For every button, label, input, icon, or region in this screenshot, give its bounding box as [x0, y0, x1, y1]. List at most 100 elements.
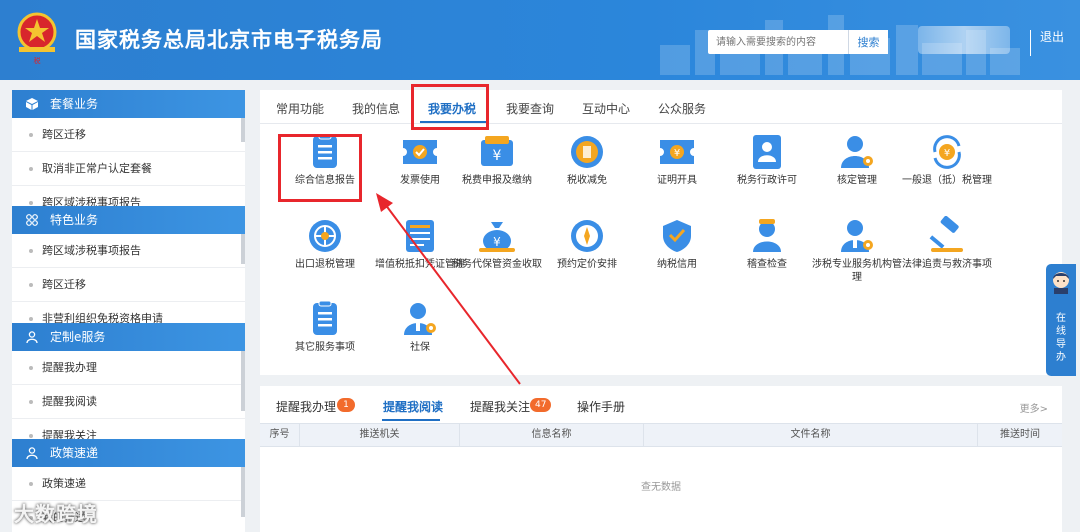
- user-gear-icon: [841, 136, 873, 168]
- online-guide-button[interactable]: 在线导办: [1046, 264, 1076, 376]
- sidebar-item[interactable]: 取消非正常户认定套餐: [12, 152, 245, 186]
- service-item[interactable]: 涉税专业服务机构管理: [812, 216, 902, 298]
- service-item[interactable]: ¥ 一般退（抵）税管理: [902, 132, 992, 214]
- online-guide-label: 在线导办: [1056, 313, 1066, 363]
- sidebar-item[interactable]: 跨区迁移: [12, 118, 245, 152]
- main-tabs: 常用功能 我的信息 我要办税 我要查询 互动中心 公众服务: [260, 90, 1062, 124]
- column-header: 序号: [260, 424, 300, 446]
- service-label: 预约定价安排: [557, 259, 617, 270]
- site-header: 税 国家税务总局北京市电子税务局 搜索 退出: [0, 0, 1080, 80]
- column-header: 文件名称: [644, 424, 978, 446]
- service-label: 纳税信用: [657, 259, 697, 270]
- empty-state: 查无数据: [641, 482, 681, 493]
- user-name-blurred: [918, 26, 1010, 54]
- sidebar-item[interactable]: 提醒我办理: [12, 351, 245, 385]
- service-label: 证明开具: [657, 175, 697, 186]
- service-item[interactable]: 稽查检查: [722, 216, 812, 298]
- remind-follow-badge: 47: [530, 398, 552, 412]
- sidebar-scrollbar[interactable]: [241, 234, 245, 264]
- service-item[interactable]: 其它服务事项: [280, 299, 370, 381]
- tab-remind-handle[interactable]: 提醒我办理: [276, 398, 336, 415]
- active-tab-indicator: [382, 419, 440, 421]
- sidebar-section-title: 套餐业务: [50, 97, 99, 111]
- site-title: 国家税务总局北京市电子税务局: [75, 28, 383, 52]
- voucher-icon: [406, 220, 434, 252]
- service-label: 出口退税管理: [295, 259, 355, 270]
- sidebar-section-custom[interactable]: 定制e服务: [12, 323, 245, 351]
- globe-icon: [309, 220, 341, 252]
- more-link[interactable]: 更多>: [1020, 400, 1048, 415]
- reminders-panel: 提醒我办理 1 提醒我阅读 提醒我关注 47 操作手册 更多> 序号 推送机关 …: [260, 386, 1062, 532]
- service-item[interactable]: ¥ 证明开具: [632, 132, 722, 214]
- service-item[interactable]: 税收减免: [542, 132, 632, 214]
- watermark-text: 大数跨境: [14, 502, 98, 526]
- shield-icon: [663, 220, 691, 252]
- tab-common-functions[interactable]: 常用功能: [276, 100, 324, 117]
- sidebar-section-title: 政策速递: [50, 446, 99, 460]
- service-label: 法律追责与救济事项: [902, 259, 992, 270]
- sidebar-section-policy[interactable]: 政策速递: [12, 439, 245, 467]
- tab-interaction-center[interactable]: 互动中心: [582, 100, 630, 117]
- user-icon: [26, 331, 38, 343]
- money-bag-icon: ¥: [479, 222, 515, 252]
- header-divider: [1030, 30, 1031, 56]
- tab-query[interactable]: 我要查询: [506, 100, 554, 117]
- tab-highlight-box: [411, 84, 489, 130]
- service-label: 税务代保管资金收取: [452, 259, 542, 270]
- wallet-yuan-icon: ¥: [481, 136, 513, 166]
- sidebar-section-title: 定制e服务: [50, 330, 106, 344]
- tab-remind-follow[interactable]: 提醒我关注: [470, 398, 530, 415]
- service-item[interactable]: 法律追责与救济事项: [902, 216, 992, 298]
- tab-my-info[interactable]: 我的信息: [352, 100, 400, 117]
- service-item[interactable]: 纳税信用: [632, 216, 722, 298]
- sidebar-item[interactable]: 政策速递: [12, 467, 245, 501]
- service-label: 税费申报及缴纳: [462, 175, 532, 186]
- service-item[interactable]: ¥ 税费申报及缴纳: [452, 132, 542, 214]
- table-header: 序号 推送机关 信息名称 文件名称 推送时间: [260, 423, 1062, 447]
- service-label: 其它服务事项: [295, 342, 355, 353]
- gavel-icon: [929, 216, 963, 252]
- sidebar-scrollbar[interactable]: [241, 467, 245, 517]
- grid-icon: [26, 214, 38, 226]
- sidebar-section-title: 特色业务: [50, 213, 99, 227]
- service-item[interactable]: ¥ 税务代保管资金收取: [452, 216, 542, 298]
- tab-remind-read[interactable]: 提醒我阅读: [383, 398, 443, 415]
- cube-icon: [26, 98, 38, 110]
- agent-gear-icon: [841, 220, 873, 252]
- svg-text:¥: ¥: [493, 148, 502, 164]
- refund-cycle-icon: ¥: [933, 135, 961, 169]
- sidebar-scrollbar[interactable]: [241, 118, 245, 142]
- column-header: 推送机关: [300, 424, 460, 446]
- svg-text:¥: ¥: [944, 148, 950, 159]
- service-item[interactable]: 预约定价安排: [542, 216, 632, 298]
- sidebar-scrollbar[interactable]: [241, 351, 245, 411]
- svg-text:¥: ¥: [674, 148, 680, 159]
- service-item[interactable]: 核定管理: [812, 132, 902, 214]
- sidebar-item[interactable]: 提醒我阅读: [12, 385, 245, 419]
- assistant-avatar-icon: [1053, 272, 1069, 294]
- search-button[interactable]: 搜索: [848, 30, 888, 54]
- service-label: 一般退（抵）税管理: [902, 175, 992, 186]
- column-header: 信息名称: [460, 424, 644, 446]
- service-item[interactable]: 税务行政许可: [722, 132, 812, 214]
- sidebar-item[interactable]: 跨区域涉税事项报告: [12, 234, 245, 268]
- sidebar-item[interactable]: 跨区迁移: [12, 268, 245, 302]
- service-label: 稽查检查: [747, 259, 787, 270]
- tab-public-services[interactable]: 公众服务: [658, 100, 706, 117]
- logout-link[interactable]: 退出: [1040, 28, 1064, 45]
- user-icon: [26, 447, 38, 459]
- search-input[interactable]: [708, 30, 848, 54]
- svg-text:税: 税: [34, 56, 41, 65]
- remind-handle-badge: 1: [337, 398, 355, 412]
- certificate-icon: ¥: [660, 140, 694, 164]
- service-item[interactable]: 社保: [375, 299, 465, 381]
- inspector-icon: [753, 219, 781, 252]
- service-label: 涉税专业服务机构管理: [812, 259, 902, 283]
- license-person-icon: [753, 135, 781, 169]
- service-item[interactable]: 出口退税管理: [280, 216, 370, 298]
- services-panel: 常用功能 我的信息 我要办税 我要查询 互动中心 公众服务 综合信息报告 发票使用…: [260, 84, 1062, 375]
- tab-manual[interactable]: 操作手册: [577, 398, 625, 415]
- sidebar-section-package[interactable]: 套餐业务: [12, 90, 245, 118]
- sidebar-section-featured[interactable]: 特色业务: [12, 206, 245, 234]
- service-label: 核定管理: [837, 175, 877, 186]
